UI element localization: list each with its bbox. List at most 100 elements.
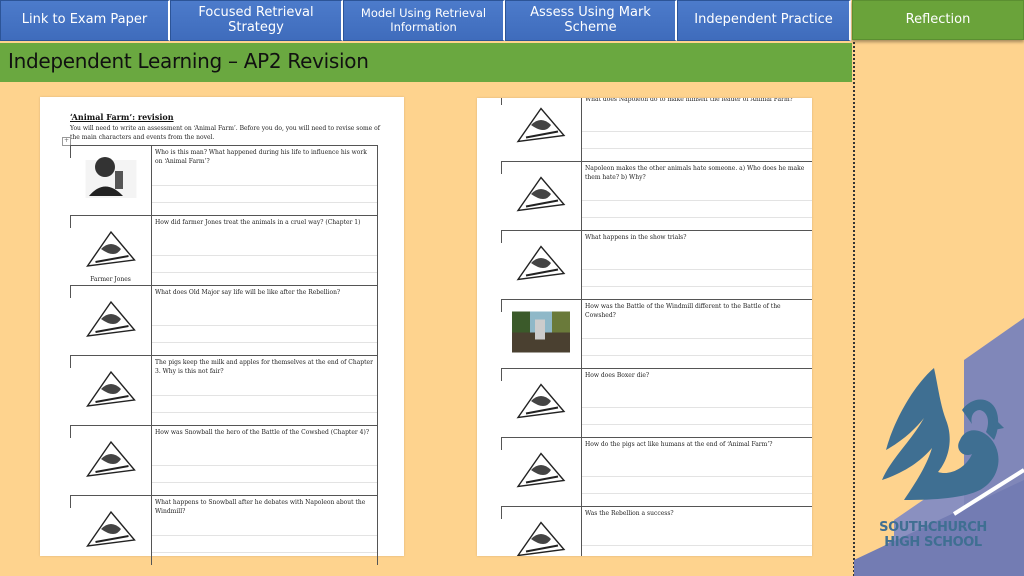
worksheet-row: The pigs keep the milk and apples for th… [70,355,378,425]
reflection-button[interactable]: Reflection [852,0,1024,40]
question-text: What does Napoleon do to make himself th… [585,98,793,103]
worksheet-page-right: What does Napoleon do to make himself th… [477,98,812,556]
pig-walking-illustration [508,446,574,499]
answer-cell[interactable]: How was Snowball the hero of the Battle … [152,426,377,495]
question-text: Who is this man? What happened during hi… [155,149,367,165]
answer-line [152,325,377,326]
worksheet-row: What does Old Major say life will be lik… [70,285,378,355]
question-text: The pigs keep the milk and apples for th… [155,359,373,375]
answer-line [152,272,377,273]
answer-line [582,424,812,425]
question-text: What happens in the show trials? [585,234,687,241]
answer-line [582,476,812,477]
show-trials-illustration [508,239,574,292]
answer-line [152,185,377,186]
napoleon-dogs-illustration [508,101,574,154]
question-text: How was Snowball the hero of the Battle … [155,429,370,436]
answer-line [582,269,812,270]
question-text: How does Boxer die? [585,372,650,379]
illustration-cell [501,162,582,230]
illustration-cell [501,300,582,368]
answer-line [582,286,812,287]
question-text: How was the Battle of the Windmill diffe… [585,303,781,319]
question-text: Napoleon makes the other animals hate so… [585,165,805,181]
illustration-cell [70,426,152,495]
answer-cell[interactable]: How did farmer Jones treat the animals i… [152,216,377,285]
answer-line [582,355,812,356]
answer-cell[interactable]: What happens in the show trials? [582,231,812,299]
title-bar: Independent Learning – AP2 Revision [0,43,852,82]
rebellion-animals-illustration [508,515,574,556]
answer-line [582,200,812,201]
answer-line [582,148,812,149]
answer-line [152,535,377,536]
independent-practice-button[interactable]: Independent Practice [677,0,851,41]
worksheet-row: What happens to Snowball after he debate… [70,495,378,565]
answer-cell[interactable]: The pigs keep the milk and apples for th… [152,356,377,425]
illustration-cell [501,507,582,556]
old-major-barn-illustration [77,294,144,348]
answer-cell[interactable]: What happens to Snowball after he debate… [152,496,377,565]
answer-line [582,407,812,408]
question-text: How do the pigs act like humans at the e… [585,441,773,448]
answer-line [152,342,377,343]
illustration-cell [501,98,582,161]
illustration-caption: Farmer Jones [90,276,131,283]
farmer-jones-illustration [77,224,144,278]
assess-using-mark-scheme-button[interactable]: Assess Using Mark Scheme [505,0,677,41]
answer-cell[interactable]: How was the Battle of the Windmill diffe… [582,300,812,368]
battle-cowshed-illustration [77,434,144,488]
worksheet-row: How was the Battle of the Windmill diffe… [501,299,812,368]
answer-cell[interactable]: What does Old Major say life will be lik… [152,286,377,355]
animals-hate-illustration [508,170,574,223]
worksheet-page-left: ‘Animal Farm’: revision You will need to… [40,97,404,565]
answer-cell[interactable]: What does Napoleon do to make himself th… [582,98,812,161]
answer-line [582,493,812,494]
illustration-cell: Farmer Jones [70,216,152,285]
worksheet-row: How was Snowball the hero of the Battle … [70,425,378,495]
answer-cell[interactable]: How does Boxer die? [582,369,812,437]
answer-cell[interactable]: Who is this man? What happened during hi… [152,146,377,215]
model-using-retrieval-button[interactable]: Model Using Retrieval Information [343,0,505,41]
answer-line [152,552,377,553]
answer-line [152,412,377,413]
answer-line [152,202,377,203]
worksheet-row: Napoleon makes the other animals hate so… [501,161,812,230]
illustration-cell [70,496,152,565]
top-navigation: Link to Exam Paper Focused Retrieval Str… [0,0,1024,42]
answer-line [152,395,377,396]
answer-line [152,465,377,466]
illustration-cell [501,369,582,437]
focused-retrieval-strategy-button[interactable]: Focused Retrieval Strategy [170,0,343,41]
worksheet-row: What happens in the show trials? [501,230,812,299]
answer-cell[interactable]: Napoleon makes the other animals hate so… [582,162,812,230]
worksheet-row: Who is this man? What happened during hi… [70,145,378,215]
illustration-cell [70,146,152,215]
pigs-milk-apples-illustration [77,364,144,418]
page-title: Independent Learning – AP2 Revision [8,49,369,73]
worksheet-title: ‘Animal Farm’: revision [70,112,174,122]
answer-line [582,131,812,132]
answer-cell[interactable]: Was the Rebellion a success? [582,507,812,556]
answer-line [582,545,812,546]
battle-windmill-color-illustration [508,308,574,361]
question-text: How did farmer Jones treat the animals i… [155,219,361,226]
answer-line [582,217,812,218]
answer-cell[interactable]: How do the pigs act like humans at the e… [582,438,812,506]
answer-line [152,482,377,483]
link-to-exam-paper-button[interactable]: Link to Exam Paper [0,0,170,41]
school-name-line2: HIGH SCHOOL [884,535,982,550]
worksheet-row: What does Napoleon do to make himself th… [501,98,812,161]
school-name: SOUTHCHURCH HIGH SCHOOL [868,520,998,550]
windmill-debate-illustration [77,504,144,558]
george-orwell-photo [77,154,144,208]
answer-line [152,255,377,256]
question-text: What does Old Major say life will be lik… [155,289,341,296]
question-text: Was the Rebellion a success? [585,510,674,517]
worksheet-row: How does Boxer die? [501,368,812,437]
worksheet-intro: You will need to write an assessment on … [70,125,380,141]
illustration-cell [501,231,582,299]
illustration-cell [501,438,582,506]
worksheet-row: Farmer Jones How did farmer Jones treat t… [70,215,378,285]
worksheet-row: How do the pigs act like humans at the e… [501,437,812,506]
